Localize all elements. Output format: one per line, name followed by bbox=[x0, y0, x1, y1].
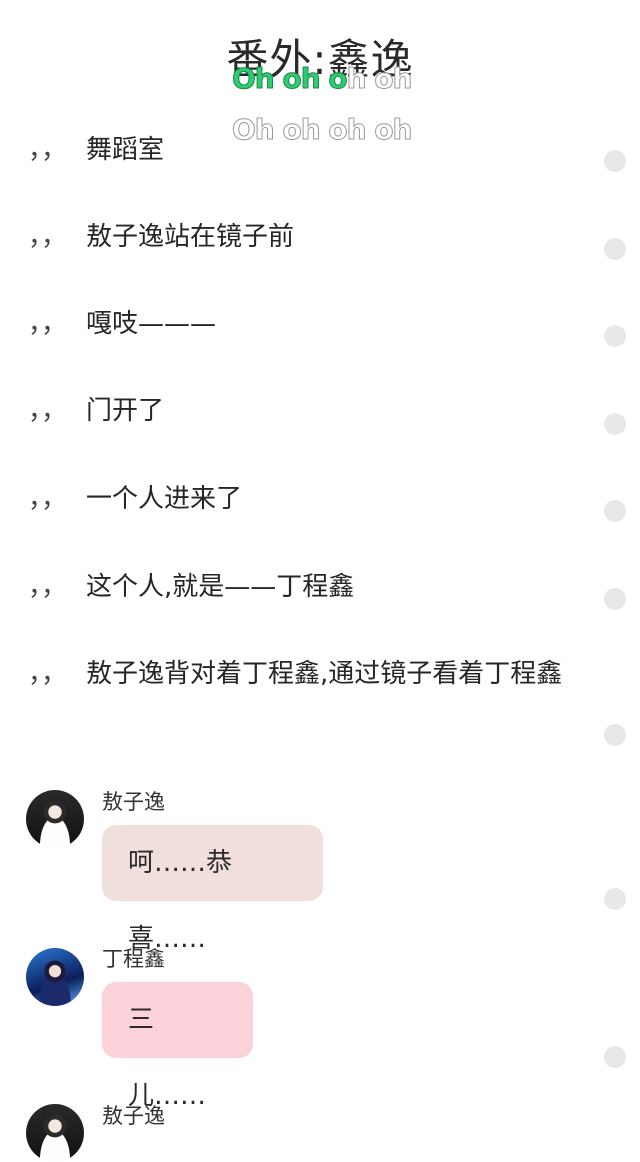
narration-line: ，， 舞蹈室 bbox=[28, 124, 588, 176]
avatar-aoziyi-icon[interactable] bbox=[26, 1104, 84, 1162]
narration-text: 门开了 bbox=[86, 396, 165, 426]
more-dot-icon[interactable] bbox=[604, 325, 626, 347]
narration-prefix: ，， bbox=[28, 309, 68, 339]
narration-line: ，， 这个人,就是——丁程鑫 bbox=[28, 561, 588, 613]
lyric-line-1-green: Oh oh o bbox=[232, 62, 349, 96]
narration-prefix: ，， bbox=[28, 222, 68, 252]
more-dot-icon[interactable] bbox=[604, 888, 626, 910]
more-dot-icon[interactable] bbox=[604, 1046, 626, 1068]
narration-prefix: ，， bbox=[28, 572, 68, 602]
narration-text: 敖子逸站在镜子前 bbox=[86, 222, 295, 252]
more-dot-icon[interactable] bbox=[604, 588, 626, 610]
more-dot-icon[interactable] bbox=[604, 238, 626, 260]
narration-prefix: ，， bbox=[28, 484, 68, 514]
narration-line: ，， 门开了 bbox=[28, 385, 588, 437]
lyric-line-1-outline: h oh bbox=[346, 62, 413, 96]
narration-line: ，， 一个人进来了 bbox=[28, 473, 588, 525]
narration-text: 这个人,就是——丁程鑫 bbox=[86, 572, 355, 602]
narration-line: ，， 嘎吱——— bbox=[28, 298, 588, 350]
narration-text: 敖子逸背对着丁程鑫,通过镜子看着丁程鑫 bbox=[86, 659, 563, 689]
avatar-aoziyi-icon[interactable] bbox=[26, 790, 84, 848]
more-dot-icon[interactable] bbox=[604, 724, 626, 746]
narration-text: 舞蹈室 bbox=[86, 135, 165, 165]
more-dot-icon[interactable] bbox=[604, 413, 626, 435]
narration-prefix: ，， bbox=[28, 396, 68, 426]
speaker-name: 敖子逸 bbox=[102, 1104, 165, 1128]
narration-prefix: ，， bbox=[28, 135, 68, 165]
chat-bubble[interactable]: 三儿…… bbox=[102, 982, 253, 1111]
speaker-name: 丁程鑫 bbox=[102, 947, 165, 971]
narration-line: ，， 敖子逸背对着丁程鑫,通过镜子看着丁程鑫 bbox=[28, 648, 588, 700]
more-dot-icon[interactable] bbox=[604, 500, 626, 522]
chat-bubble[interactable]: 呵……恭喜…… bbox=[102, 825, 323, 954]
narration-line: ，， 敖子逸站在镜子前 bbox=[28, 211, 588, 263]
speaker-name: 敖子逸 bbox=[102, 790, 165, 814]
avatar-dingchengxin-icon[interactable] bbox=[26, 948, 84, 1006]
lyric-line-1: Oh oh oh oh bbox=[232, 62, 413, 96]
narration-prefix: ，， bbox=[28, 659, 68, 689]
narration-text: 一个人进来了 bbox=[86, 484, 243, 514]
narration-text: 嘎吱——— bbox=[86, 309, 217, 339]
more-dot-icon[interactable] bbox=[604, 150, 626, 172]
